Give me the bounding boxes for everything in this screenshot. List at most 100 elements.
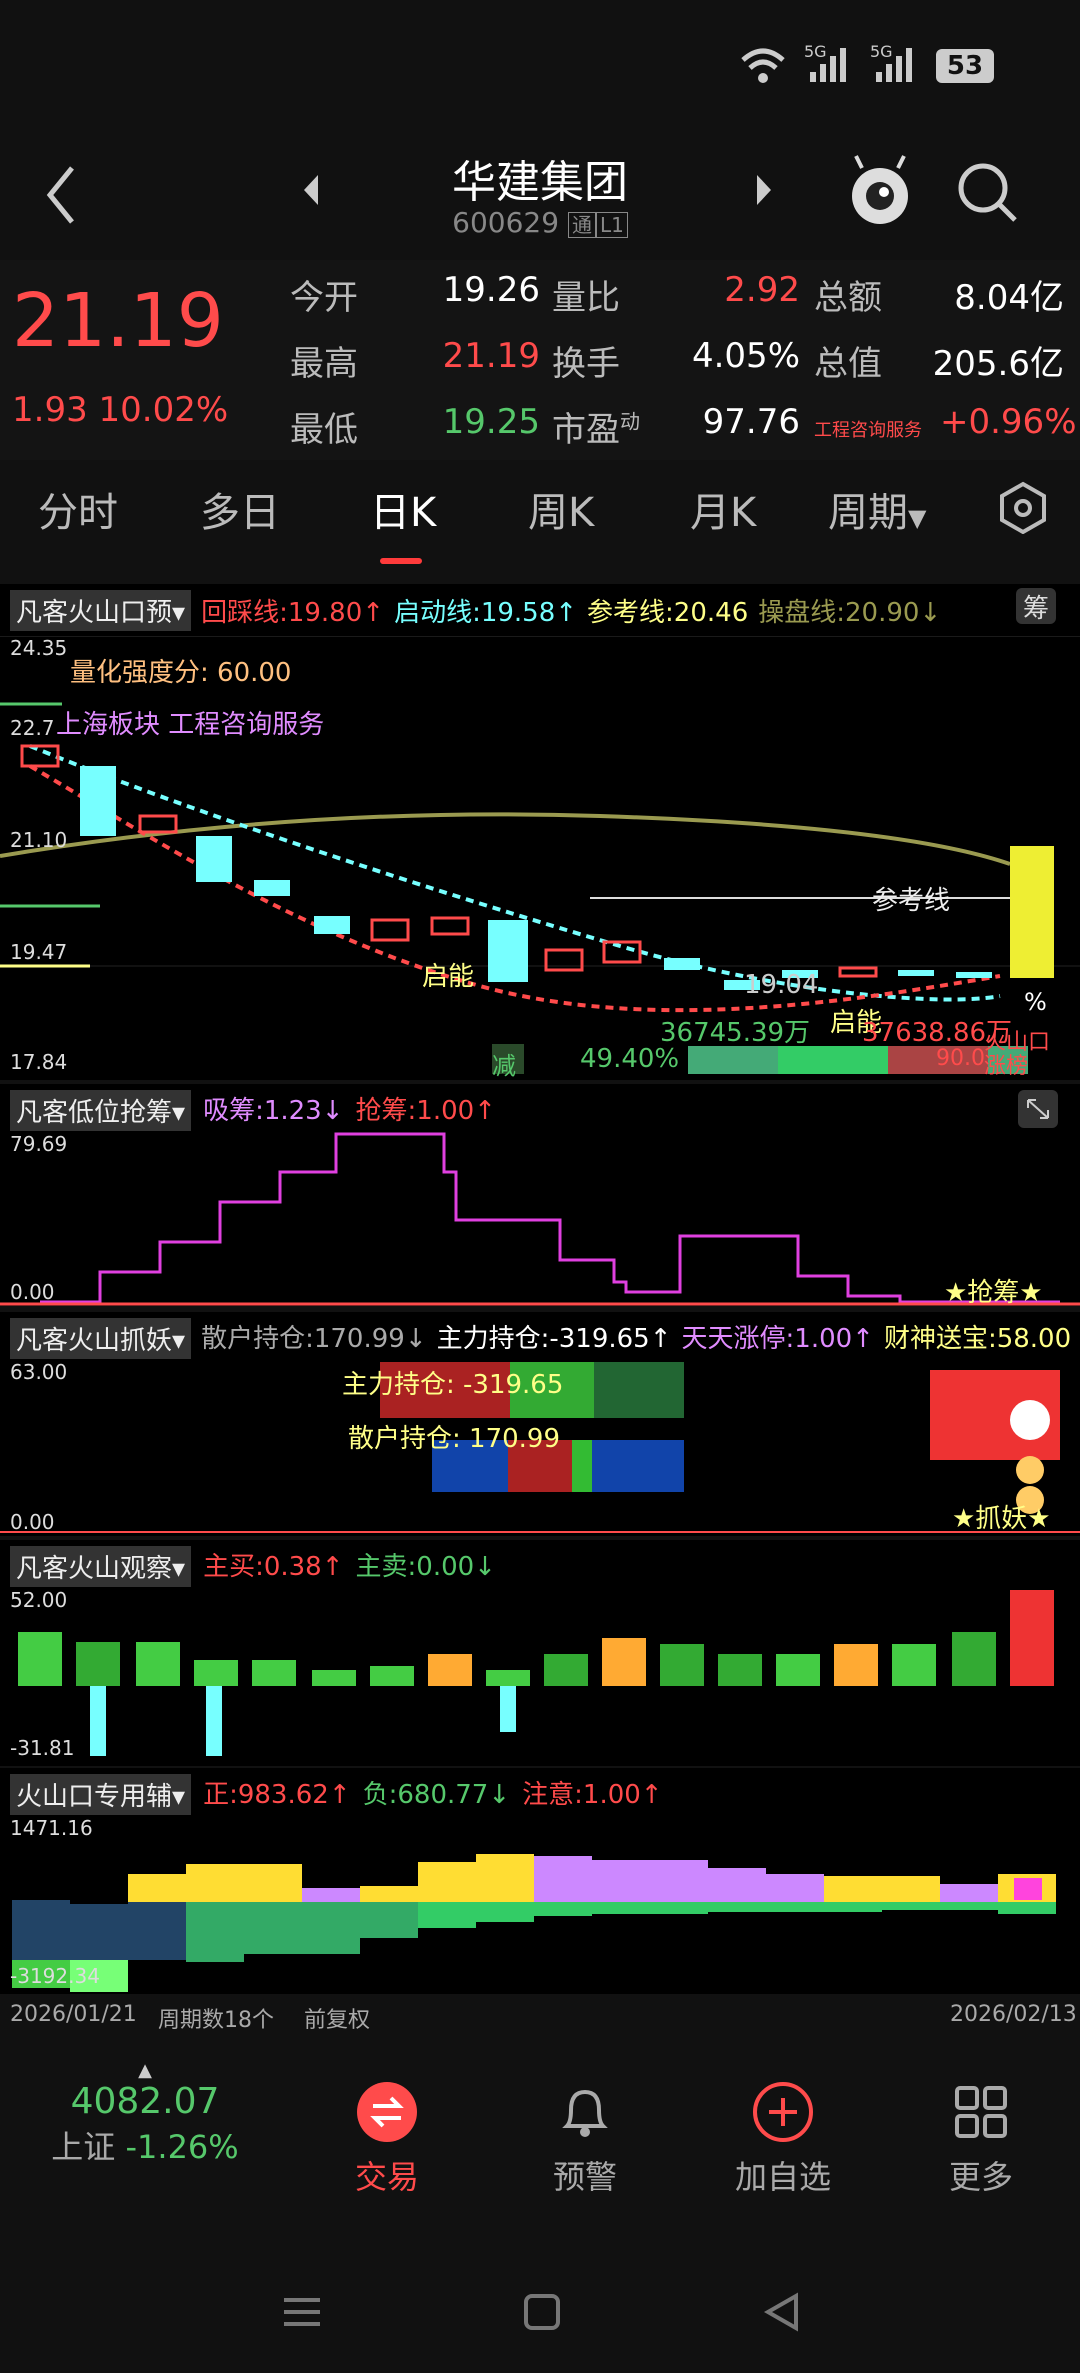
demon-star-label: ★抓妖★ — [952, 1504, 1051, 1534]
tab-period[interactable]: 周期▼ — [828, 480, 926, 538]
line-qidong: 启动线:19.58↑ — [394, 598, 578, 628]
change-values: 1.93 10.02% — [12, 390, 229, 430]
main-buy: 主买:0.38↑ — [203, 1552, 344, 1582]
attention-value: 注意:1.00↑ — [522, 1780, 663, 1810]
industry-value: +0.96% — [940, 402, 1077, 442]
indicator-select-main[interactable]: 凡客火山口预▾ — [10, 590, 192, 631]
chip-button[interactable]: 筹 — [1016, 588, 1056, 624]
histogram-chart — [0, 1132, 1080, 1306]
y-tick: 0.00 — [10, 1510, 55, 1534]
status-bar: 5G 5G 53 — [0, 0, 1080, 140]
tab-multiday[interactable]: 多日 — [200, 480, 280, 538]
retail-holding: 散户持仓:170.99↓ — [201, 1324, 427, 1354]
high-label: 最高 — [290, 344, 358, 384]
trade-icon — [357, 2082, 417, 2142]
start-date: 2026/01/21 — [10, 2002, 137, 2027]
trade-button[interactable]: 交易 — [322, 2080, 452, 2198]
rank-label: 涨榜 — [984, 1054, 1029, 1079]
sector-label: 上海板块 工程咨询服务 — [56, 710, 325, 740]
indicator-select-2[interactable]: 凡客低位抢筹▾ — [10, 1090, 192, 1131]
xichou-value: 吸筹:1.23↓ — [203, 1096, 344, 1126]
index-name: 上证 — [51, 2128, 116, 2166]
menu-icon[interactable] — [280, 2290, 324, 2334]
system-nav — [0, 2260, 1080, 2373]
y-tick: 0.00 — [10, 1280, 55, 1304]
mascot-icon — [930, 1370, 1060, 1514]
fortune: 财神送宝:58.00 — [883, 1324, 1072, 1354]
badge-l1: L1 — [595, 212, 628, 238]
y-tick: 24.35 — [10, 636, 68, 660]
y-tick: -31.81 — [10, 1736, 75, 1760]
more-button[interactable]: 更多 — [916, 2080, 1046, 2198]
indicator-select-3[interactable]: 凡客火山抓妖▾ — [10, 1318, 192, 1359]
index-widget[interactable]: ▲ 4082.07 上证 -1.26% — [10, 2060, 280, 2168]
low-buy-panel: 凡客低位抢筹▾ 吸筹:1.23↓ 抢筹:1.00↑ 79.69 0.00 ★抢筹… — [0, 1084, 1080, 1308]
index-percent: -1.26% — [125, 2128, 239, 2166]
tab-weekly-k[interactable]: 周K — [528, 480, 594, 538]
qiangchou-star-label: ★抢筹★ — [944, 1278, 1043, 1308]
main-sell: 主卖:0.00↓ — [355, 1552, 496, 1582]
amount-label: 总额 — [814, 278, 882, 318]
settings-hexagon-icon[interactable] — [998, 480, 1048, 534]
turnover-label: 换手 — [552, 344, 620, 384]
back-nav-icon[interactable] — [760, 2290, 804, 2334]
quant-score: 量化强度分: 60.00 — [70, 658, 292, 688]
low-price-label: 19.04 — [744, 970, 819, 1000]
nav-header: 华建集团 600629 通 L1 — [0, 140, 1080, 260]
battery-icon: 53 — [936, 49, 994, 83]
kline-panel: 凡客火山口预▾ 回踩线:19.80↑ 启动线:19.58↑ 参考线:20.46 … — [0, 584, 1080, 1080]
volume-label: 36745.39万 — [660, 1018, 811, 1048]
bell-icon — [562, 2089, 608, 2137]
y-tick: 19.47 — [10, 940, 68, 964]
adjust-mode[interactable]: 前复权 — [304, 2002, 370, 2034]
main-holding-bar-label: 主力持仓: -319.65 — [342, 1370, 564, 1400]
next-stock-icon[interactable] — [755, 170, 775, 210]
y-tick: 52.00 — [10, 1588, 68, 1612]
candles — [20, 744, 1054, 990]
tab-monthly-k[interactable]: 月K — [690, 480, 756, 538]
search-icon[interactable] — [955, 160, 1019, 224]
negative-value: 负:680.77↓ — [362, 1780, 511, 1810]
amount-value: 8.04亿 — [954, 278, 1064, 318]
open-label: 今开 — [290, 278, 358, 318]
y-tick: -3192.34 — [10, 1964, 100, 1988]
y-tick: 79.69 — [10, 1132, 68, 1156]
indicator-select-4[interactable]: 凡客火山观察▾ — [10, 1546, 192, 1587]
alert-button[interactable]: 预警 — [520, 2080, 650, 2198]
observe-panel: 凡客火山观察▾ 主买:0.38↑ 主卖:0.00↓ 52.00 -31.81 — [0, 1540, 1080, 1766]
indicator-select-5[interactable]: 火山口专用辅▾ — [10, 1774, 192, 1815]
end-date: 2026/02/13 — [950, 2002, 1077, 2027]
main-holding: 主力持仓:-319.65↑ — [436, 1324, 672, 1354]
robot-icon[interactable] — [848, 152, 912, 228]
retail-holding-bar-label: 散户持仓: 170.99 — [348, 1424, 560, 1454]
expand-icon[interactable] — [1018, 1090, 1058, 1128]
back-icon[interactable] — [40, 160, 80, 230]
badge-tong: 通 — [567, 212, 596, 238]
ref-line-label: 参考线 — [872, 886, 951, 916]
add-watchlist-button[interactable]: 加自选 — [718, 2080, 848, 2198]
last-price: 21.19 — [12, 278, 224, 364]
pe-value: 97.76 — [702, 402, 800, 442]
grid-icon — [955, 2086, 1007, 2138]
positive-value: 正:983.62↑ — [203, 1780, 351, 1810]
signal-icon-2: 5G — [870, 42, 918, 86]
home-icon[interactable] — [520, 2290, 564, 2334]
volcano-aux-panel: 火山口专用辅▾ 正:983.62↑ 负:680.77↓ 注意:1.00↑ 147… — [0, 1768, 1080, 1994]
stock-code: 600629 通 L1 — [340, 206, 740, 239]
y-tick: 1471.16 — [10, 1816, 93, 1840]
prev-stock-icon[interactable] — [300, 170, 320, 210]
quote-panel: 21.19 1.93 10.02% 今开 19.26 量比 2.92 总额 8.… — [0, 260, 1080, 460]
active-tab-indicator — [380, 558, 422, 564]
y-tick: 63.00 — [10, 1360, 68, 1384]
line-cankao: 参考线:20.46 — [587, 598, 749, 628]
qineng-label: 启能 — [422, 962, 475, 992]
market-value-value: 205.6亿 — [932, 344, 1064, 384]
industry-label[interactable]: 工程咨询服务 — [814, 416, 922, 442]
dropdown-icon: ▼ — [908, 504, 927, 532]
tab-minute[interactable]: 分时 — [38, 480, 118, 538]
period-count: 周期数18个 — [158, 2008, 274, 2033]
bottom-nav: ▲ 4082.07 上证 -1.26% 交易 预警 加自选 更多 — [0, 2060, 1080, 2260]
stacked-bars — [12, 1854, 1056, 1992]
tab-daily-k[interactable]: 日K — [370, 480, 436, 538]
high-value: 21.19 — [442, 336, 540, 376]
